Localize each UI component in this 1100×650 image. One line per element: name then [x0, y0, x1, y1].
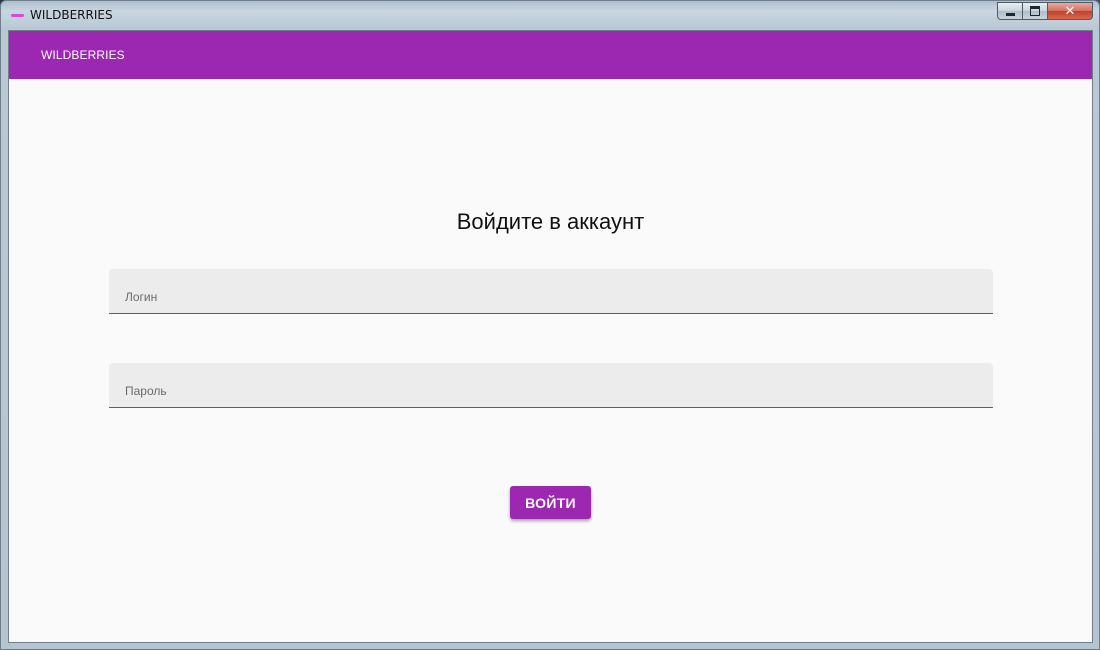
login-field[interactable]: Логин [109, 269, 993, 314]
app-icon [11, 14, 24, 17]
window-title: WILDBERRIES [30, 8, 113, 22]
brand-logo-text: WILDBERRIES [41, 48, 125, 62]
login-button[interactable]: ВОЙТИ [510, 486, 591, 519]
password-field[interactable]: Пароль [109, 363, 993, 408]
minimize-button[interactable] [997, 2, 1023, 20]
login-field-label: Логин [125, 290, 158, 304]
password-field-label: Пароль [125, 384, 167, 398]
app-header: WILDBERRIES [9, 31, 1092, 79]
maximize-icon [1030, 6, 1040, 16]
minimize-icon [1005, 12, 1015, 16]
login-heading: Войдите в аккаунт [456, 209, 645, 234]
app-window: WILDBERRIES ✕ WILDBERRIES Войдите в акка… [0, 0, 1100, 650]
maximize-button[interactable] [1023, 2, 1048, 20]
close-button[interactable]: ✕ [1048, 2, 1093, 20]
close-icon: ✕ [1064, 3, 1076, 19]
window-titlebar[interactable]: WILDBERRIES ✕ [1, 1, 1100, 30]
app-client-area: WILDBERRIES Войдите в аккаунт Логин Паро… [8, 30, 1093, 643]
window-controls: ✕ [997, 2, 1093, 21]
